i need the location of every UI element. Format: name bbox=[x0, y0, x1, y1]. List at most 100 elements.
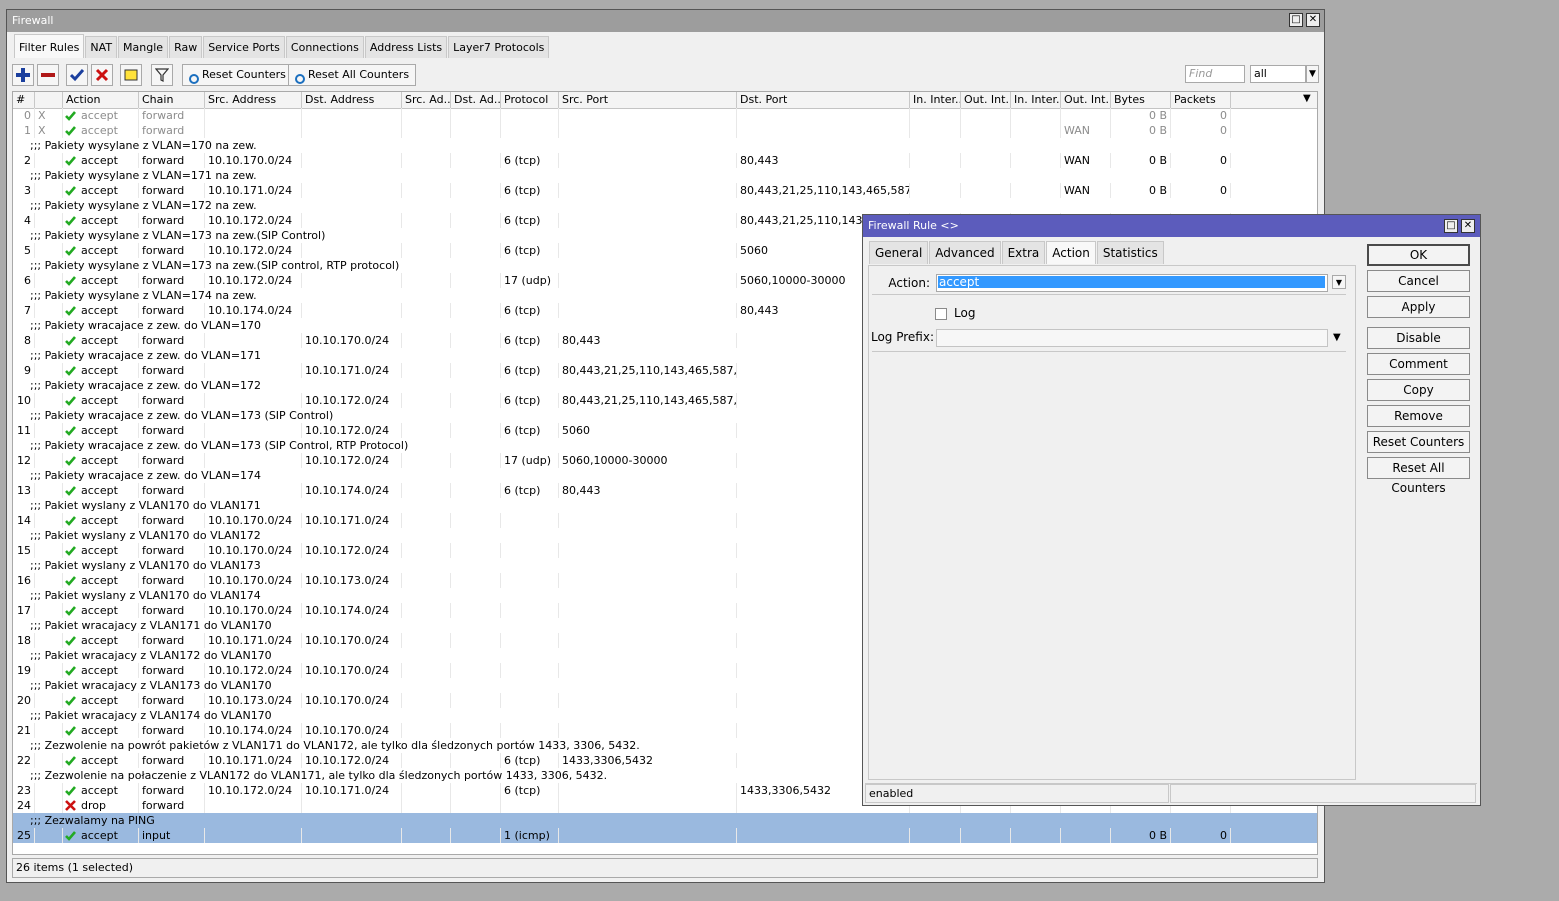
column-header-protocol[interactable]: Protocol bbox=[501, 92, 559, 108]
column-header-dst-port[interactable]: Dst. Port bbox=[737, 92, 910, 108]
column-header-src-address[interactable]: Src. Address bbox=[205, 92, 302, 108]
comment-row[interactable]: ;;; Pakiety wysylane z VLAN=170 na zew. bbox=[13, 138, 1317, 153]
action-text: accept bbox=[81, 784, 118, 797]
column-header-flags[interactable] bbox=[35, 92, 63, 108]
remove-button[interactable] bbox=[37, 64, 59, 86]
cell-src: 10.10.170.0/24 bbox=[205, 543, 302, 558]
cancel-button[interactable]: Cancel bbox=[1367, 270, 1470, 292]
tab-mangle[interactable]: Mangle bbox=[118, 36, 169, 58]
tab-filter-rules[interactable]: Filter Rules bbox=[14, 34, 85, 58]
cell-chain: forward bbox=[139, 243, 205, 258]
tab-nat[interactable]: NAT bbox=[85, 36, 118, 58]
reset-all-counters-button[interactable]: Reset All Counters bbox=[1367, 457, 1470, 495]
cell-srcl bbox=[402, 543, 451, 558]
dialog-tab-action[interactable]: Action bbox=[1046, 241, 1096, 264]
log-label: Log bbox=[954, 306, 976, 320]
filter-button[interactable] bbox=[151, 64, 173, 86]
cell-chain: forward bbox=[139, 303, 205, 318]
table-row[interactable]: 3 accept forward 10.10.171.0/24 6 (tcp) 80,44… bbox=[13, 183, 1317, 198]
cell-srcl bbox=[402, 213, 451, 228]
log-prefix-dropdown-icon[interactable]: ▼ bbox=[1333, 332, 1341, 343]
column-header-chain[interactable]: Chain bbox=[139, 92, 205, 108]
remove-button[interactable]: Remove bbox=[1367, 405, 1470, 427]
apply-button[interactable]: Apply bbox=[1367, 296, 1470, 318]
cell-num: 22 bbox=[13, 753, 35, 768]
column-header-flags[interactable]: # bbox=[13, 92, 35, 108]
comment-button[interactable] bbox=[120, 64, 142, 86]
action-text: accept bbox=[81, 544, 118, 557]
columns-dropdown-icon[interactable]: ▼ bbox=[1303, 93, 1311, 104]
cell-chain: forward bbox=[139, 423, 205, 438]
cell-chain: forward bbox=[139, 663, 205, 678]
close-icon[interactable]: ✕ bbox=[1306, 13, 1320, 27]
column-header-action[interactable]: Action bbox=[63, 92, 139, 108]
table-row[interactable]: 0 Xaccept forward 0 B0 bbox=[13, 108, 1317, 123]
add-button[interactable] bbox=[12, 64, 34, 86]
tab-connections[interactable]: Connections bbox=[285, 36, 364, 58]
dialog-maximize-icon[interactable]: □ bbox=[1444, 219, 1458, 233]
log-checkbox[interactable] bbox=[935, 308, 947, 320]
filter-dropdown-icon[interactable]: ▼ bbox=[1306, 65, 1319, 83]
column-header-bytes[interactable]: Bytes bbox=[1111, 92, 1171, 108]
cell-flag bbox=[35, 723, 63, 738]
disable-button[interactable]: Disable bbox=[1367, 327, 1470, 349]
cell-sport bbox=[559, 243, 737, 258]
cell-srcl bbox=[402, 123, 451, 138]
action-select[interactable]: accept bbox=[936, 274, 1328, 292]
column-header-src-port[interactable]: Src. Port bbox=[559, 92, 737, 108]
log-prefix-input[interactable] bbox=[936, 329, 1328, 347]
cell-sport: 80,443,21,25,110,143,465,587,99... bbox=[559, 363, 737, 378]
reset-counters-button[interactable]: Reset Counters bbox=[1367, 431, 1470, 453]
disable-button[interactable] bbox=[91, 64, 113, 86]
comment-row[interactable]: ;;; Pakiety wysylane z VLAN=172 na zew. bbox=[13, 198, 1317, 213]
cell-action: accept bbox=[63, 663, 139, 678]
action-text: accept bbox=[81, 754, 118, 767]
enable-button[interactable] bbox=[66, 64, 88, 86]
column-header-dst-address[interactable]: Dst. Address bbox=[302, 92, 402, 108]
cell-flag bbox=[35, 273, 63, 288]
maximize-icon[interactable]: □ bbox=[1289, 13, 1303, 27]
cell-out1 bbox=[961, 183, 1011, 198]
column-header-out-int[interactable]: Out. Int... bbox=[961, 92, 1011, 108]
column-header-dst-ad[interactable]: Dst. Ad... bbox=[451, 92, 501, 108]
cell-num: 14 bbox=[13, 513, 35, 528]
column-header-src-ad[interactable]: Src. Ad... bbox=[402, 92, 451, 108]
comment-button[interactable]: Comment bbox=[1367, 353, 1470, 375]
dialog-close-icon[interactable]: ✕ bbox=[1461, 219, 1475, 233]
cell-flag bbox=[35, 573, 63, 588]
cell-src: 10.10.170.0/24 bbox=[205, 603, 302, 618]
reset-counters-button[interactable]: Reset Counters bbox=[182, 64, 293, 86]
action-text: accept bbox=[81, 454, 118, 467]
action-dropdown-icon[interactable]: ▼ bbox=[1332, 275, 1346, 289]
dialog-tab-general[interactable]: General bbox=[869, 241, 929, 264]
column-header-in-inter[interactable]: In. Inter... bbox=[910, 92, 961, 108]
tab-service-ports[interactable]: Service Ports bbox=[203, 36, 285, 58]
cell-chain: forward bbox=[139, 603, 205, 618]
table-row[interactable]: 2 accept forward 10.10.170.0/24 6 (tcp) 80,44… bbox=[13, 153, 1317, 168]
tab-layer7-protocols[interactable]: Layer7 Protocols bbox=[448, 36, 550, 58]
cell-flag bbox=[35, 783, 63, 798]
comment-row[interactable]: ;;; Zezwalamy na PING bbox=[13, 813, 1317, 828]
column-header-in-inter[interactable]: In. Inter... bbox=[1011, 92, 1061, 108]
cell-src: 10.10.174.0/24 bbox=[205, 303, 302, 318]
dialog-tab-statistics[interactable]: Statistics bbox=[1096, 241, 1164, 264]
column-header-packets[interactable]: Packets bbox=[1171, 92, 1231, 108]
dialog-tab-extra[interactable]: Extra bbox=[1001, 241, 1046, 264]
cell-out_iface: WAN bbox=[1061, 123, 1111, 138]
column-header-out-int[interactable]: Out. Int... bbox=[1061, 92, 1111, 108]
filter-select[interactable]: all bbox=[1250, 65, 1306, 83]
cell-flag bbox=[35, 543, 63, 558]
reset-all-counters-button[interactable]: Reset All Counters bbox=[288, 64, 417, 86]
cell-dst bbox=[302, 108, 402, 123]
table-row[interactable]: 1 Xaccept forward WAN 0 B0 bbox=[13, 123, 1317, 138]
cell-srcl bbox=[402, 753, 451, 768]
table-row[interactable]: 25 accept input 1 (icmp) 0 B0 bbox=[13, 828, 1317, 843]
find-input[interactable]: Find bbox=[1185, 65, 1245, 83]
tab-raw[interactable]: Raw bbox=[169, 36, 203, 58]
comment-row[interactable]: ;;; Pakiety wysylane z VLAN=171 na zew. bbox=[13, 168, 1317, 183]
ok-button[interactable]: OK bbox=[1367, 244, 1470, 266]
tab-address-lists[interactable]: Address Lists bbox=[364, 36, 448, 58]
cell-src bbox=[205, 363, 302, 378]
copy-button[interactable]: Copy bbox=[1367, 379, 1470, 401]
dialog-tab-advanced[interactable]: Advanced bbox=[929, 241, 1001, 264]
